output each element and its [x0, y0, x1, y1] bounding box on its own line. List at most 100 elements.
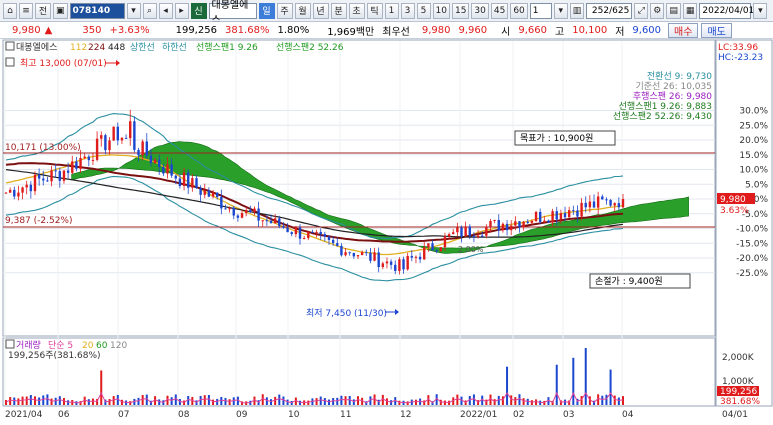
period-day-button[interactable]: 일: [258, 2, 275, 19]
volume-legend-checkbox[interactable]: [5, 339, 15, 349]
lock-icon[interactable]: ▣: [53, 2, 68, 19]
volume-bar: [414, 399, 417, 405]
search-icon[interactable]: ⌕: [142, 2, 157, 19]
candle-body: [294, 227, 298, 235]
candle-body: [418, 256, 422, 260]
volume-bar: [572, 357, 575, 405]
candle-body: [174, 175, 177, 179]
period-year-button[interactable]: 년: [312, 2, 329, 19]
candle-body: [356, 255, 360, 257]
interval-60-button[interactable]: 60: [510, 2, 528, 19]
period-second-button[interactable]: 초: [348, 2, 365, 19]
settings-icon[interactable]: ⚙: [650, 2, 665, 19]
interval-15-button[interactable]: 15: [451, 2, 470, 19]
trade-amount: 1,969백만: [327, 26, 375, 38]
candle-body: [377, 252, 380, 268]
legend-checkbox[interactable]: [5, 41, 15, 51]
upper-level-label: 10,171 (13.00%): [5, 143, 81, 153]
buy-button[interactable]: 매수: [668, 22, 699, 38]
current-pct-tag: 3.63%: [720, 206, 749, 216]
candle-body: [191, 178, 194, 188]
mode-button[interactable]: 전: [35, 2, 51, 19]
volume-bar: [13, 397, 16, 405]
candle-body: [613, 203, 616, 206]
count-dropdown-icon[interactable]: ▾: [553, 2, 568, 19]
period-minute-button[interactable]: 분: [330, 2, 347, 19]
volume-bar: [270, 399, 273, 405]
expand-icon[interactable]: ⤢: [634, 2, 649, 19]
interval-10-button[interactable]: 10: [432, 2, 450, 19]
interval-45-button[interactable]: 45: [490, 2, 509, 19]
candle-body: [530, 220, 534, 223]
candle-body: [199, 188, 202, 195]
mid-pct-label: 2.00%: [458, 245, 484, 254]
candle-body: [91, 159, 95, 161]
sell-button[interactable]: 매도: [701, 22, 732, 38]
candle-body: [112, 126, 115, 141]
candle-body: [460, 227, 463, 237]
prev-stock-icon[interactable]: ◂: [158, 2, 173, 19]
turnover-value: 1.80%: [277, 24, 310, 36]
candle-body: [269, 220, 273, 224]
chart-type-icon[interactable]: ▥: [569, 2, 585, 19]
candle-body: [526, 221, 529, 223]
period-week-button[interactable]: 주: [276, 2, 293, 19]
volume-bar: [506, 366, 509, 405]
candle-body: [522, 221, 525, 228]
candle-body: [265, 220, 269, 222]
candle-body: [83, 156, 86, 158]
target-price-label: 목표가 : 10,900원: [520, 133, 593, 144]
legend-upper-band: 상한선: [130, 42, 155, 53]
volume-bar: [622, 396, 624, 405]
candle-body: [559, 213, 563, 220]
period-tick-button[interactable]: 틱: [366, 2, 383, 19]
stock-name-field: 대봉엘에스: [208, 0, 257, 26]
candle-body: [489, 221, 492, 227]
volume-bar: [605, 394, 608, 405]
candle-body: [87, 156, 91, 161]
candle-body: [406, 255, 409, 270]
home-icon[interactable]: ⌂: [3, 2, 17, 19]
page-count-field[interactable]: 252/625: [586, 2, 633, 19]
candle-body: [278, 218, 281, 227]
volume-value: 199,256: [175, 24, 217, 36]
count-select[interactable]: 1: [529, 2, 552, 19]
date-dropdown-icon[interactable]: ▾: [753, 2, 768, 19]
candle-body: [224, 208, 227, 210]
interval-30-button[interactable]: 30: [471, 2, 489, 19]
candle-body: [331, 239, 335, 244]
price-chart-svg[interactable]: 대봉엘에스 112 224 448 상한선 하한선 선행스팬1 9.26 선행스…: [0, 39, 773, 422]
candle-body: [302, 238, 306, 240]
candle-body: [58, 171, 62, 181]
candle-body: [71, 161, 74, 173]
candle-body: [381, 263, 385, 268]
candle-body: [215, 192, 219, 197]
candle-body: [13, 189, 16, 197]
stock-code-input[interactable]: 078140: [69, 2, 125, 19]
interval-3-button[interactable]: 3: [400, 2, 415, 19]
low-value: 9,600: [632, 24, 662, 36]
period-month-button[interactable]: 월: [294, 2, 311, 19]
legend-checkbox-2[interactable]: [5, 57, 15, 67]
calendar-icon[interactable]: ▦: [682, 2, 698, 19]
date-input[interactable]: 2022/04/01: [699, 2, 754, 19]
interval-5-button[interactable]: 5: [416, 2, 431, 19]
hc-label: HC:-23.23: [718, 53, 763, 63]
y-axis-frame: [715, 39, 773, 407]
interval-1-button[interactable]: 1: [384, 2, 399, 19]
candle-body: [273, 218, 277, 224]
save-icon[interactable]: ▤: [666, 2, 681, 19]
volume-bar: [232, 397, 235, 405]
candle-body: [162, 167, 165, 174]
candle-body: [601, 196, 604, 200]
candle-body: [207, 190, 211, 197]
next-stock-icon[interactable]: ▸: [174, 2, 189, 19]
candle-body: [319, 231, 322, 235]
candle-body: [605, 199, 608, 201]
dropdown-icon[interactable]: ▾: [126, 2, 141, 19]
candle-body: [203, 190, 206, 195]
candle-body: [443, 236, 447, 248]
y-tick-label: 30.0%: [739, 107, 768, 117]
menu-icon[interactable]: ≡: [19, 2, 33, 19]
candle-body: [182, 172, 186, 187]
